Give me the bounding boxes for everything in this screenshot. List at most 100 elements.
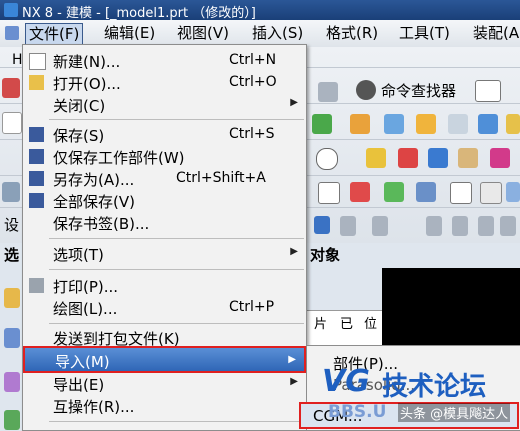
menu-format[interactable]: 格式(R) (326, 23, 378, 43)
menu-item-save-work-part[interactable]: 仅保存工作部件(W) (23, 146, 306, 168)
submenu-arrow-icon: ▶ (290, 97, 298, 108)
snap-center-icon[interactable] (452, 216, 468, 236)
measure-icon[interactable] (450, 182, 472, 204)
menu-separator (49, 119, 304, 120)
menu-item-label: 导入(M) (55, 353, 110, 371)
submenu-arrow-icon: ▶ (290, 376, 298, 387)
menu-item-label: 保存(S) (53, 127, 105, 145)
menu-assembly[interactable]: 装配(A (473, 23, 519, 43)
table-cell: 已 (340, 317, 354, 332)
constraint-icon[interactable] (318, 182, 340, 204)
watermark-logo: VG 技术论坛 (322, 362, 518, 404)
save-icon (29, 127, 44, 142)
menu-edit[interactable]: 编辑(E) (104, 23, 155, 43)
menu-item-plot[interactable]: 绘图(L)... Ctrl+P (23, 297, 306, 319)
menu-item-export[interactable]: 导出(E) ▶ (23, 373, 306, 395)
hole-icon[interactable] (448, 114, 468, 134)
boss-icon[interactable] (478, 114, 498, 134)
folder-open-icon (29, 75, 44, 90)
table-cell: 片 (314, 317, 328, 332)
watermark-url: BBS.U (328, 402, 387, 422)
resource-icon[interactable] (4, 288, 20, 308)
align-icon[interactable] (384, 182, 404, 202)
menu-item-new[interactable]: 新建(N)... Ctrl+N (23, 50, 306, 72)
menu-item-label: 互操作(R)... (53, 398, 135, 416)
object-label-fragment: 对象 (310, 246, 341, 264)
menu-item-label: 仅保存工作部件(W) (53, 149, 185, 167)
table-cell: 位 (364, 317, 378, 332)
menu-item-print[interactable]: 打印(P)... (23, 275, 306, 297)
layer-icon[interactable] (458, 148, 478, 168)
section-icon[interactable] (490, 148, 510, 168)
menu-item-label: 关闭(C) (53, 97, 106, 115)
menu-item-save[interactable]: 保存(S) Ctrl+S (23, 124, 306, 146)
menu-item-label: 绘图(L)... (53, 300, 118, 318)
shortcut-label: Ctrl+Shift+A (176, 170, 266, 186)
title-bar: NX 8 - 建模 - [_model1.prt （修改的）] (0, 0, 520, 21)
menu-item-label: 打印(P)... (53, 278, 119, 296)
menu-file[interactable]: 文件(F) (25, 23, 84, 45)
snap-quadrant-icon[interactable] (478, 216, 494, 236)
snap-icon[interactable] (2, 182, 20, 202)
menu-separator (49, 323, 304, 324)
filter-dropdown-icon[interactable] (314, 216, 330, 234)
submenu-arrow-icon: ▶ (288, 354, 296, 365)
printer-icon (29, 278, 44, 293)
history-icon[interactable] (4, 410, 20, 430)
snap-mid-icon[interactable] (426, 216, 442, 236)
wireframe-icon[interactable] (398, 148, 418, 168)
part-nav-icon[interactable] (4, 372, 20, 392)
menu-separator (49, 238, 304, 239)
command-finder-label[interactable]: 命令查找器 (381, 80, 456, 101)
analysis-icon[interactable] (480, 182, 502, 204)
watermark-vg-icon: VG (322, 364, 370, 399)
navigator-table: 片 已 位 (306, 310, 382, 346)
shortcut-label: Ctrl+N (229, 52, 277, 68)
app-menu-icon[interactable] (5, 26, 19, 40)
menu-view[interactable]: 视图(V) (177, 23, 229, 43)
snap-tangent-icon[interactable] (500, 216, 516, 236)
menu-insert[interactable]: 插入(S) (252, 23, 303, 43)
redo-icon[interactable] (318, 82, 338, 102)
snap-point-icon[interactable] (340, 216, 356, 236)
menu-item-label: 打开(O)... (53, 75, 121, 93)
menu-item-save-as[interactable]: 另存为(A)... Ctrl+Shift+A (23, 168, 306, 190)
feature-icon[interactable] (506, 114, 520, 134)
new-file-icon (29, 53, 46, 70)
menu-item-label: 另存为(A)... (53, 171, 135, 189)
mcs-icon[interactable] (416, 182, 436, 202)
menu-tools[interactable]: 工具(T) (399, 23, 450, 43)
file-menu: 新建(N)... Ctrl+N 打开(O)... Ctrl+O 关闭(C) ▶ … (22, 44, 307, 431)
extrude-icon[interactable] (384, 114, 404, 134)
menu-separator (49, 421, 304, 422)
sketch-icon[interactable] (312, 114, 332, 134)
menu-item-import[interactable]: 导入(M) ▶ (23, 346, 306, 373)
left-char-h: H (12, 52, 23, 68)
menu-item-label: 新建(N)... (53, 53, 121, 71)
save-all-icon (29, 193, 44, 208)
command-finder-icon[interactable] (356, 80, 376, 100)
block-icon[interactable] (350, 114, 370, 134)
assembly-nav-icon[interactable] (4, 328, 20, 348)
new-icon[interactable] (2, 78, 20, 98)
command-finder-dropdown-icon[interactable] (475, 80, 501, 102)
menu-item-open[interactable]: 打开(O)... Ctrl+O (23, 72, 306, 94)
submenu-arrow-icon: ▶ (290, 246, 298, 257)
snap-end-icon[interactable] (372, 216, 388, 236)
curve-icon[interactable] (316, 148, 338, 170)
menu-item-options[interactable]: 选项(T) ▶ (23, 243, 306, 265)
mate-icon[interactable] (350, 182, 370, 202)
select-icon[interactable] (2, 112, 22, 134)
watermark-brand: 技术论坛 (382, 372, 487, 402)
left-char-she: 设 (4, 216, 20, 234)
menu-item-interop[interactable]: 互操作(R)... (23, 395, 306, 417)
color-icon[interactable] (428, 148, 448, 168)
menu-item-save-all[interactable]: 全部保存(V) (23, 190, 306, 212)
shortcut-label: Ctrl+S (229, 126, 275, 142)
revolve-icon[interactable] (416, 114, 436, 134)
menu-item-save-bookmark[interactable]: 保存书签(B)... (23, 212, 306, 234)
menu-item-close[interactable]: 关闭(C) ▶ (23, 94, 306, 116)
menu-item-label: 导出(E) (53, 376, 105, 394)
shaded-icon[interactable] (366, 148, 386, 168)
info-icon[interactable] (506, 182, 520, 202)
